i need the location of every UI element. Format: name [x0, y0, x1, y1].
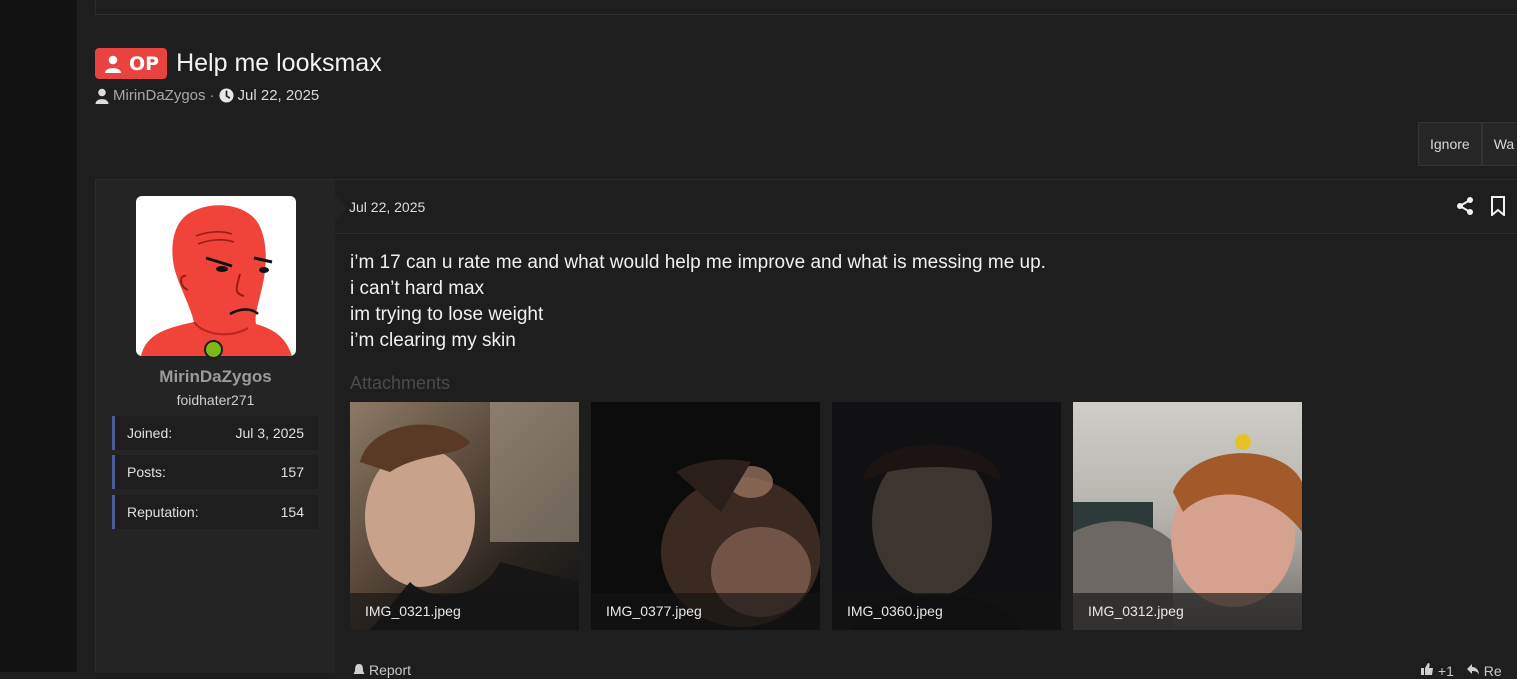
left-gutter [0, 0, 77, 672]
post-body-line: i’m 17 can u rate me and what would help… [350, 252, 1046, 273]
post-body-line: i’m clearing my skin [350, 330, 516, 351]
stat-joined: Joined: Jul 3, 2025 [112, 416, 318, 450]
wojak-avatar-image [141, 205, 292, 356]
clock-icon [219, 88, 234, 103]
attachment-thumbnail[interactable]: IMG_0312.jpeg [1073, 402, 1302, 630]
attachments-heading: Attachments [350, 373, 451, 393]
post-date-link[interactable]: Jul 22, 2025 [349, 199, 425, 215]
post-username[interactable]: MirinDaZygos [96, 367, 335, 387]
thread-header: OP Help me looksmax [95, 47, 382, 80]
user-title: foidhater271 [176, 392, 255, 408]
report-link[interactable]: Report [353, 662, 411, 678]
reply-button[interactable]: Re [1466, 662, 1502, 679]
stat-value: Jul 3, 2025 [235, 425, 305, 441]
thread-meta: MirinDaZygos · Jul 22, 2025 [95, 87, 319, 104]
attachment-thumbnail[interactable]: IMG_0321.jpeg [350, 402, 579, 630]
post: MirinDaZygos foidhater271 Joined: Jul 3,… [95, 179, 1517, 679]
thread-actions: Ignore Wa [1418, 122, 1517, 166]
user-cell-arrow [335, 196, 347, 220]
stat-value: 157 [280, 464, 304, 480]
attachment-filename: IMG_0312.jpeg [1073, 593, 1302, 630]
user-icon [105, 55, 121, 73]
share-icon[interactable] [1455, 196, 1475, 216]
bookmark-icon[interactable] [1490, 196, 1506, 216]
stat-posts: Posts: 157 [112, 455, 318, 489]
post-header-divider [335, 233, 1517, 234]
post-user-cell: MirinDaZygos foidhater271 Joined: Jul 3,… [96, 180, 335, 673]
thread-title: Help me looksmax [176, 49, 382, 77]
attachment-filename: IMG_0377.jpeg [591, 593, 820, 630]
op-badge-label: OP [129, 52, 160, 75]
user-icon [95, 88, 109, 104]
stat-value: 154 [280, 504, 304, 520]
post-body-line: i can’t hard max [350, 278, 485, 299]
react-button[interactable]: +1 [1420, 662, 1454, 679]
stat-label: Posts: [127, 464, 166, 480]
reply-label: Re [1483, 663, 1502, 679]
attachment-thumbnail[interactable]: IMG_0360.jpeg [832, 402, 1061, 630]
reply-icon [1466, 664, 1479, 675]
stat-label: Reputation: [127, 504, 199, 520]
op-badge: OP [95, 48, 168, 79]
online-status-dot [204, 340, 223, 359]
thread-author-link[interactable]: MirinDaZygos [113, 87, 206, 104]
ignore-button[interactable]: Ignore [1418, 122, 1482, 166]
post-footer-actions: +1 Re [1420, 662, 1502, 679]
report-label: Report [369, 662, 412, 678]
attachment-thumbnail[interactable]: IMG_0377.jpeg [591, 402, 820, 630]
watch-button[interactable]: Wa [1481, 122, 1517, 166]
avatar[interactable] [136, 196, 296, 356]
stat-reputation: Reputation: 154 [112, 495, 318, 529]
thread-start-date[interactable]: Jul 22, 2025 [238, 87, 320, 104]
meta-separator: · [209, 87, 215, 104]
reaction-count: +1 [1437, 663, 1454, 679]
previous-section-divider [95, 0, 1517, 15]
thumbs-up-icon [1421, 663, 1433, 675]
attachment-filename: IMG_0360.jpeg [832, 593, 1061, 630]
bell-icon [353, 664, 365, 674]
attachment-filename: IMG_0321.jpeg [350, 593, 579, 630]
stat-label: Joined: [127, 425, 173, 441]
post-body-line: im trying to lose weight [350, 304, 544, 325]
post-body: i’m 17 can u rate me and what would help… [350, 250, 1046, 354]
